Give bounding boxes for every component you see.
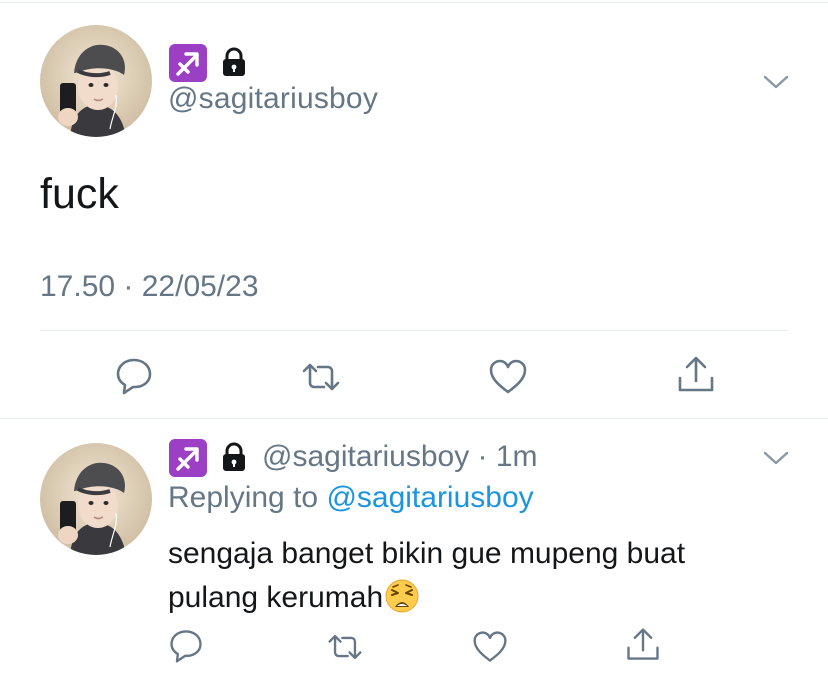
avatar[interactable] — [40, 25, 152, 137]
section-divider — [0, 418, 828, 419]
reply-text-container: sengaja banget bikin gue mupeng buat pul… — [168, 532, 768, 620]
replying-prefix: Replying to — [168, 481, 327, 514]
username-handle[interactable]: @sagitariusboy — [168, 82, 378, 116]
replying-mention-link[interactable]: @sagitariusboy — [326, 481, 533, 514]
like-icon[interactable] — [487, 356, 529, 398]
sagittarius-emoji-icon — [168, 43, 208, 83]
reply-text: sengaja banget bikin gue mupeng buat pul… — [168, 537, 686, 614]
chevron-down-icon[interactable] — [762, 448, 790, 468]
avatar[interactable] — [40, 443, 152, 555]
share-icon[interactable] — [675, 354, 717, 396]
lock-icon — [220, 441, 248, 473]
tweet-timestamp[interactable]: 17.50 · 22/05/23 — [40, 270, 259, 304]
retweet-icon[interactable] — [300, 356, 342, 398]
tweet-text: fuck — [40, 170, 119, 218]
divider — [40, 330, 788, 331]
weary-face-emoji-icon — [384, 578, 420, 614]
retweet-icon[interactable] — [326, 628, 364, 666]
reply-icon[interactable] — [167, 626, 205, 664]
lock-icon — [220, 46, 248, 78]
username-handle-time[interactable]: @sagitariusboy · 1m — [262, 440, 538, 474]
top-divider — [0, 2, 828, 3]
chevron-down-icon[interactable] — [762, 72, 790, 92]
replying-to: Replying to @sagitariusboy — [168, 481, 534, 515]
share-icon[interactable] — [624, 626, 662, 664]
reply-icon[interactable] — [113, 354, 155, 396]
sagittarius-emoji-icon — [168, 438, 208, 478]
like-icon[interactable] — [471, 628, 509, 666]
